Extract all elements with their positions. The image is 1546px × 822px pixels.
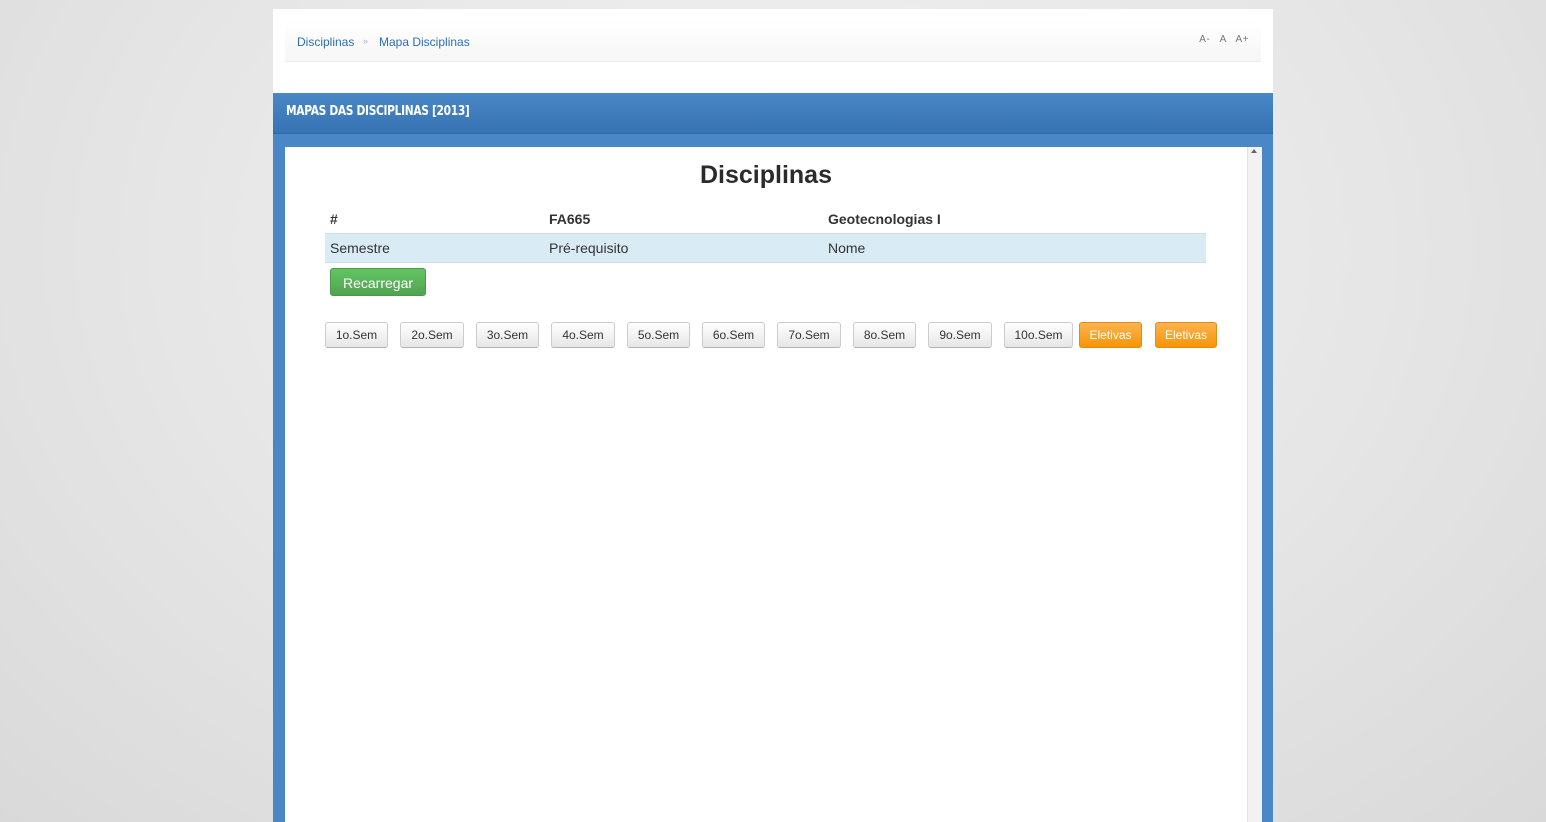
semester-4-button[interactable]: 4o.Sem <box>551 322 615 348</box>
panel-header: Mapas das Disciplinas [2013] <box>273 93 1273 134</box>
table-header-row: # FA665 Geotecnologias I <box>325 205 1206 234</box>
semester-1-button[interactable]: 1o.Sem <box>325 322 388 348</box>
content-scrollbar[interactable] <box>1247 147 1262 822</box>
semester-3-button[interactable]: 3o.Sem <box>476 322 539 348</box>
page-title: Disciplinas <box>700 161 832 189</box>
panel-body-frame: Disciplinas # FA665 Geotecnologias I Sem… <box>273 134 1273 822</box>
semester-5-button[interactable]: 5o.Sem <box>627 322 690 348</box>
semester-6-button[interactable]: 6o.Sem <box>702 322 765 348</box>
font-normal-button[interactable]: A <box>1220 34 1227 45</box>
semester-10-button[interactable]: 10o.Sem <box>1004 322 1073 348</box>
eletivas-button-secondary[interactable]: Eletivas <box>1155 322 1217 348</box>
reload-button[interactable]: Recarregar <box>330 268 426 296</box>
scroll-up-arrow-icon[interactable] <box>1251 149 1257 153</box>
breadcrumb-disciplinas-link[interactable]: Disciplinas <box>297 35 354 49</box>
semester-9-button[interactable]: 9o.Sem <box>928 322 992 348</box>
breadcrumb-mapa-disciplinas-link[interactable]: Mapa Disciplinas <box>379 35 470 49</box>
panel-title: Mapas das Disciplinas [2013] <box>286 104 470 119</box>
font-decrease-button[interactable]: A- <box>1199 34 1210 45</box>
page-container: Disciplinas » Mapa Disciplinas A- A A+ M… <box>273 9 1273 822</box>
table-header-cell: Geotecnologias I <box>828 211 941 227</box>
table-cell: Pré-requisito <box>544 233 823 263</box>
semester-7-button[interactable]: 7o.Sem <box>777 322 841 348</box>
breadcrumb: Disciplinas » Mapa Disciplinas A- A A+ <box>285 21 1261 62</box>
font-increase-button[interactable]: A+ <box>1235 34 1249 45</box>
disciplina-table: # FA665 Geotecnologias I Semestre Pré-re… <box>325 205 1206 263</box>
table-header-cell: # <box>330 211 338 227</box>
semester-2-button[interactable]: 2o.Sem <box>400 322 464 348</box>
table-row: Semestre Pré-requisito Nome <box>325 233 1206 263</box>
table-header-cell: FA665 <box>549 211 591 227</box>
breadcrumb-separator: » <box>363 36 369 46</box>
disciplinas-content: Disciplinas # FA665 Geotecnologias I Sem… <box>285 147 1247 822</box>
table-cell: Semestre <box>325 233 544 263</box>
table-cell: Nome <box>823 233 1206 263</box>
font-size-tools: A- A A+ <box>1193 34 1249 45</box>
eletivas-button[interactable]: Eletivas <box>1079 322 1142 348</box>
semester-8-button[interactable]: 8o.Sem <box>853 322 916 348</box>
